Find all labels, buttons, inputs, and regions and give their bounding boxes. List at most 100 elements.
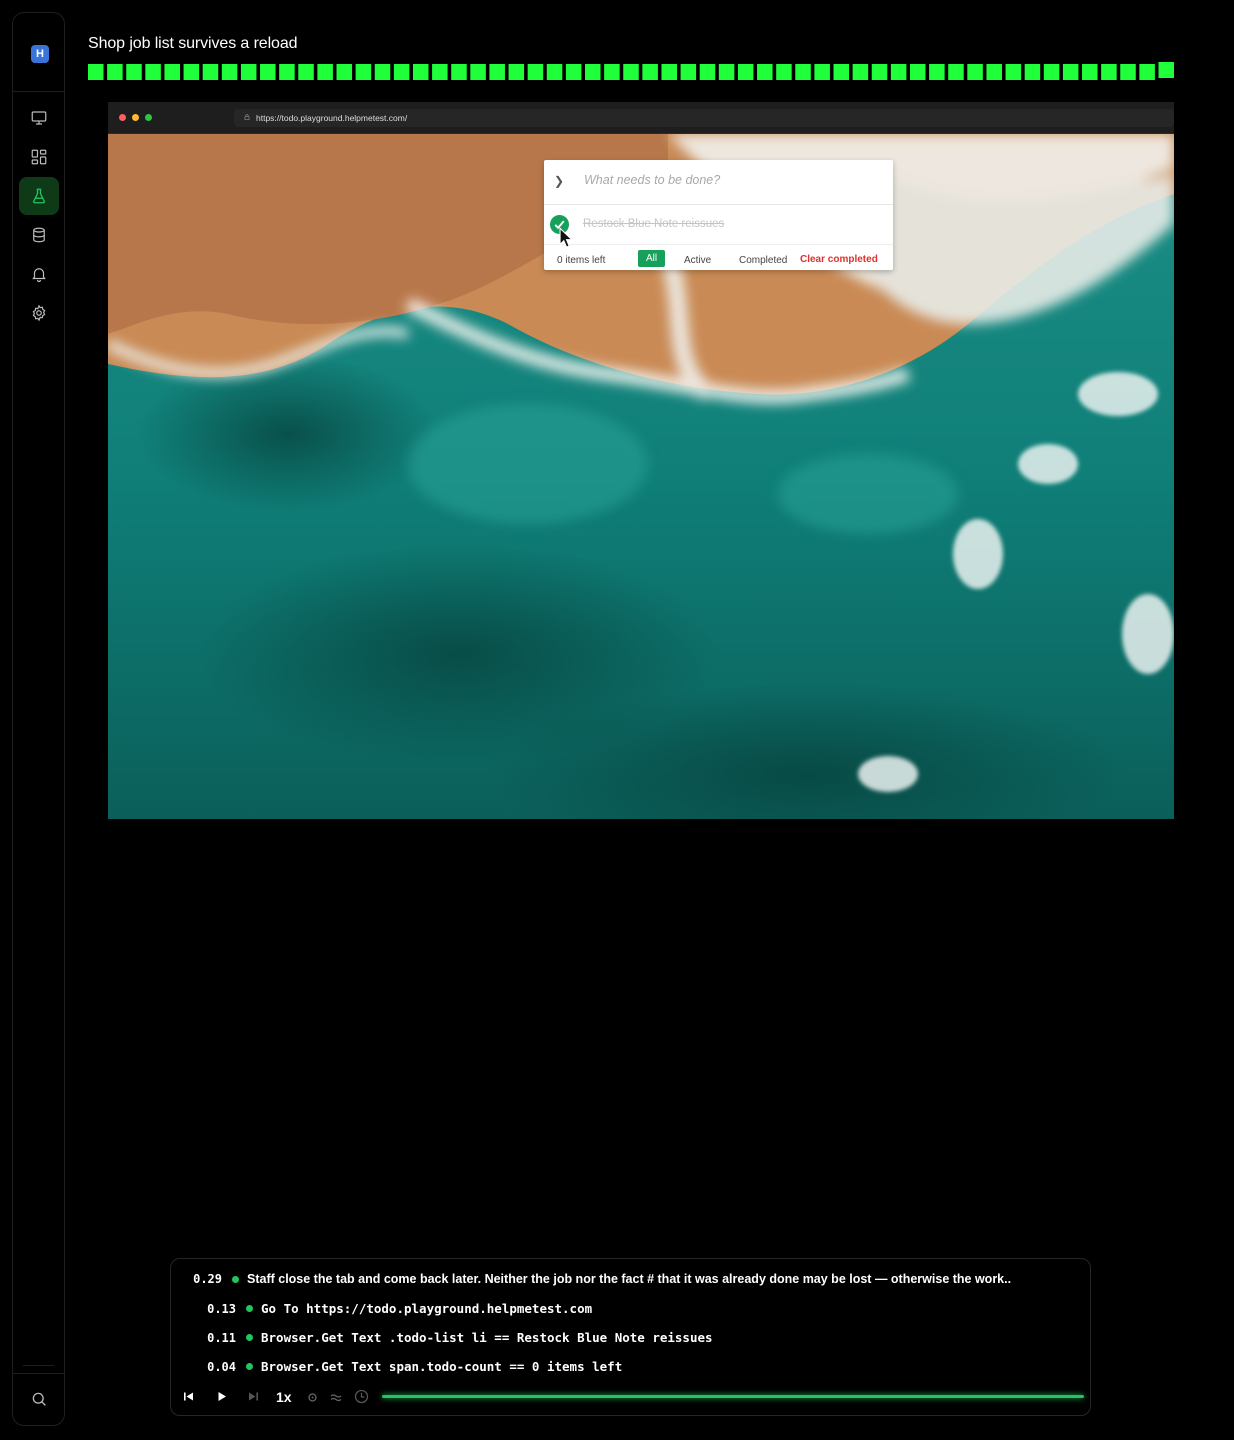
step-progress-segment[interactable] bbox=[1043, 64, 1060, 80]
clear-completed-button[interactable]: Clear completed bbox=[800, 254, 878, 265]
log-row[interactable]: 0.11 Browser.Get Text .todo-list li == R… bbox=[204, 1330, 712, 1345]
skip-forward-icon[interactable] bbox=[248, 1391, 259, 1402]
log-row[interactable]: 0.29 Staff close the tab and come back l… bbox=[190, 1272, 1011, 1286]
filter-completed[interactable]: Completed bbox=[739, 255, 787, 266]
step-progress-segment[interactable] bbox=[661, 64, 677, 80]
search-icon bbox=[32, 1392, 46, 1406]
sidebar: H bbox=[12, 12, 65, 1426]
step-progress-segment[interactable] bbox=[240, 64, 257, 80]
step-progress-segment[interactable] bbox=[336, 64, 353, 80]
log-time: 0.04 bbox=[207, 1359, 236, 1374]
step-progress-segment[interactable] bbox=[699, 64, 716, 80]
step-progress-segment[interactable] bbox=[412, 64, 429, 80]
todo-footer: 0 items left All Active Completed Clear … bbox=[544, 245, 893, 270]
todo-count-label: items left bbox=[562, 255, 606, 266]
settings-dot-icon[interactable] bbox=[307, 1392, 318, 1403]
step-progress-segment[interactable] bbox=[948, 64, 964, 80]
log-text: Go To https://todo.playground.helpmetest… bbox=[261, 1301, 593, 1316]
logo[interactable]: H bbox=[31, 45, 49, 63]
monitor-icon bbox=[31, 111, 47, 125]
step-progress-segment[interactable] bbox=[585, 64, 601, 80]
step-progress-segment[interactable] bbox=[795, 64, 811, 80]
sidebar-item-dashboard[interactable] bbox=[19, 138, 59, 176]
todo-count: 0 items left bbox=[557, 255, 605, 266]
clock-icon[interactable] bbox=[354, 1389, 369, 1404]
wave-icon[interactable] bbox=[330, 1392, 342, 1403]
step-progress-segment[interactable] bbox=[929, 64, 945, 80]
play-icon[interactable] bbox=[217, 1391, 227, 1402]
page-viewport: ❯ Restock Blue Note reissues 0 items lef… bbox=[108, 134, 1174, 819]
step-progress-segment[interactable] bbox=[718, 64, 735, 80]
step-progress-segment[interactable] bbox=[260, 64, 276, 80]
step-progress-segment[interactable] bbox=[202, 64, 219, 80]
step-progress-segment[interactable] bbox=[986, 64, 1002, 80]
step-progress-bar bbox=[88, 62, 1174, 80]
step-progress-segment[interactable] bbox=[508, 64, 525, 80]
step-progress-segment[interactable] bbox=[1005, 64, 1022, 80]
step-progress-segment[interactable] bbox=[1062, 64, 1079, 80]
database-icon bbox=[33, 227, 45, 243]
new-todo-input[interactable] bbox=[582, 172, 886, 188]
step-progress-segment[interactable] bbox=[890, 64, 907, 80]
step-progress-segment[interactable] bbox=[374, 64, 391, 80]
sidebar-divider bbox=[13, 91, 64, 92]
step-progress-segment[interactable] bbox=[489, 64, 505, 80]
step-progress-segment[interactable] bbox=[107, 64, 123, 80]
step-progress-segment[interactable] bbox=[814, 64, 830, 80]
log-row[interactable]: 0.04 Browser.Get Text span.todo-count ==… bbox=[204, 1359, 622, 1374]
step-progress-segment[interactable] bbox=[967, 64, 983, 80]
step-progress-segment[interactable] bbox=[1082, 64, 1098, 80]
playback-progress-bar[interactable] bbox=[382, 1395, 1084, 1398]
step-progress-segment[interactable] bbox=[221, 64, 238, 80]
step-progress-segment[interactable] bbox=[737, 64, 754, 80]
step-progress-segment[interactable] bbox=[1158, 62, 1174, 78]
step-progress-segment[interactable] bbox=[1120, 64, 1136, 80]
step-progress-segment[interactable] bbox=[470, 64, 486, 80]
step-progress-segment[interactable] bbox=[317, 64, 333, 80]
step-progress-segment[interactable] bbox=[604, 64, 620, 80]
step-progress-segment[interactable] bbox=[145, 64, 161, 80]
sidebar-item-alerts[interactable] bbox=[19, 255, 59, 293]
step-progress-segment[interactable] bbox=[527, 64, 544, 80]
step-progress-segment[interactable] bbox=[757, 64, 773, 80]
gear-icon bbox=[32, 304, 46, 322]
todo-item[interactable]: Restock Blue Note reissues bbox=[544, 205, 893, 248]
step-progress-segment[interactable] bbox=[279, 64, 295, 80]
step-progress-segment[interactable] bbox=[1024, 64, 1041, 80]
step-progress-segment[interactable] bbox=[776, 64, 792, 80]
step-progress-segment[interactable] bbox=[642, 64, 658, 80]
step-progress-segment[interactable] bbox=[871, 64, 888, 80]
step-progress-segment[interactable] bbox=[126, 64, 142, 80]
step-progress-segment[interactable] bbox=[183, 64, 200, 80]
step-progress-segment[interactable] bbox=[909, 64, 926, 80]
sidebar-item-tests[interactable] bbox=[19, 177, 59, 215]
step-progress-segment[interactable] bbox=[164, 64, 180, 80]
sidebar-item-monitors[interactable] bbox=[19, 99, 59, 137]
step-progress-segment[interactable] bbox=[298, 64, 314, 80]
log-text: Browser.Get Text span.todo-count == 0 it… bbox=[261, 1359, 623, 1374]
sidebar-item-settings[interactable] bbox=[19, 294, 59, 332]
test-title: Shop job list survives a reload bbox=[88, 35, 298, 52]
close-dot-icon bbox=[119, 114, 126, 121]
filter-active[interactable]: Active bbox=[684, 255, 711, 266]
step-progress-segment[interactable] bbox=[852, 64, 869, 80]
step-progress-segment[interactable] bbox=[623, 64, 639, 80]
filter-all[interactable]: All bbox=[638, 250, 666, 267]
step-progress-segment[interactable] bbox=[393, 64, 410, 80]
step-progress-segment[interactable] bbox=[432, 64, 448, 80]
step-progress-segment[interactable] bbox=[88, 64, 104, 80]
log-row[interactable]: 0.13 Go To https://todo.playground.helpm… bbox=[204, 1301, 592, 1316]
step-progress-segment[interactable] bbox=[546, 64, 563, 80]
step-progress-segment[interactable] bbox=[1101, 64, 1117, 80]
step-progress-segment[interactable] bbox=[1139, 64, 1155, 80]
playback-speed-button[interactable]: 1x bbox=[276, 1389, 292, 1405]
step-progress-segment[interactable] bbox=[680, 64, 697, 80]
step-progress-segment[interactable] bbox=[565, 64, 582, 80]
step-progress-segment[interactable] bbox=[833, 64, 850, 80]
step-progress-segment[interactable] bbox=[355, 64, 372, 80]
step-progress-segment[interactable] bbox=[451, 64, 467, 80]
sidebar-item-data[interactable] bbox=[19, 216, 59, 254]
toggle-all-chevron-down-icon[interactable]: ❯ bbox=[554, 174, 564, 188]
sidebar-search-button[interactable] bbox=[19, 1380, 59, 1418]
skip-back-icon[interactable] bbox=[183, 1391, 194, 1402]
